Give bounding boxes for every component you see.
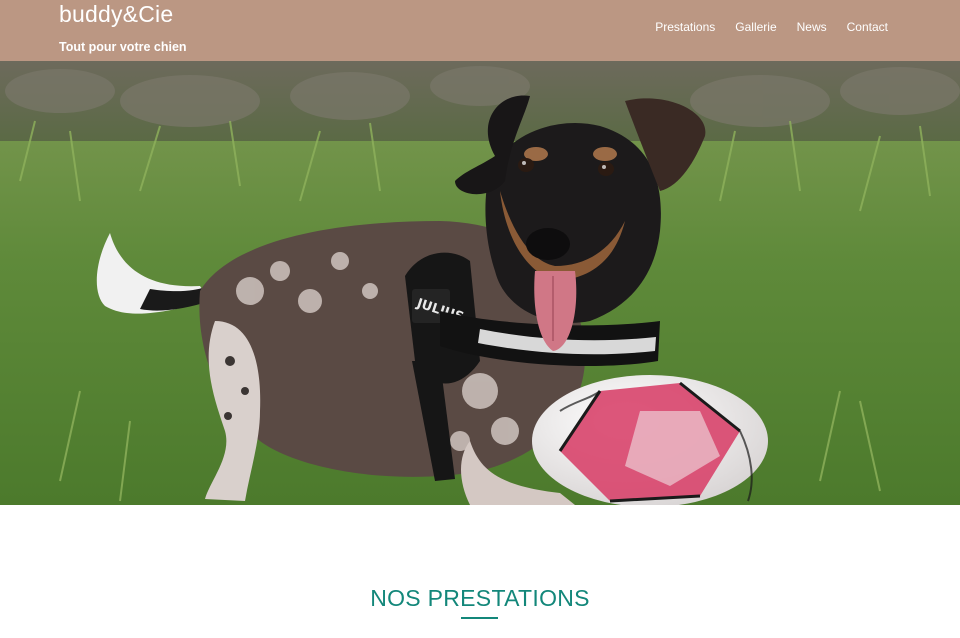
hero-image: JULIUS <box>0 61 960 505</box>
nav-item-gallerie[interactable]: Gallerie <box>735 20 776 34</box>
hero-dog-illustration: JULIUS <box>0 61 960 505</box>
site-header: buddy&Cie Tout pour votre chien Prestati… <box>0 0 960 61</box>
section-title-prestations: NOS PRESTATIONS <box>370 585 590 611</box>
site-title[interactable]: buddy&Cie <box>59 1 173 28</box>
nav-item-news[interactable]: News <box>797 20 827 34</box>
site-tagline: Tout pour votre chien <box>59 40 187 54</box>
main-nav: Prestations Gallerie News Contact <box>635 20 888 34</box>
nav-item-prestations[interactable]: Prestations <box>655 20 715 34</box>
section-title-underline <box>461 617 498 619</box>
nav-item-contact[interactable]: Contact <box>847 20 888 34</box>
